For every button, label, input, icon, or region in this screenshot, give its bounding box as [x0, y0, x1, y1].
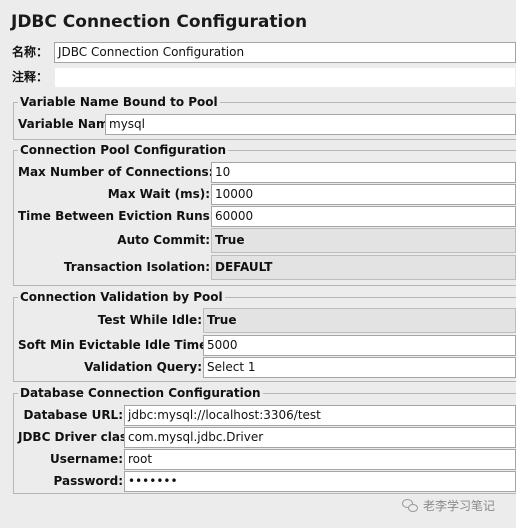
- watermark: 老李学习笔记: [402, 497, 495, 514]
- database-url-label: Database URL:: [23, 408, 123, 422]
- database-url-input[interactable]: jdbc:mysql://localhost:3306/test: [124, 405, 516, 426]
- auto-commit-label: Auto Commit:: [117, 233, 210, 247]
- transaction-isolation-select[interactable]: DEFAULT: [211, 255, 516, 280]
- validation-query-input[interactable]: Select 1: [203, 357, 516, 378]
- test-while-idle-select[interactable]: True: [203, 308, 516, 333]
- validation-query-label: Validation Query:: [84, 360, 202, 374]
- password-label: Password:: [53, 474, 124, 488]
- max-connections-input[interactable]: 10: [211, 162, 516, 183]
- auto-commit-select[interactable]: True: [211, 228, 516, 253]
- max-connections-label: Max Number of Connections:: [18, 165, 214, 179]
- username-input[interactable]: root: [124, 449, 516, 470]
- eviction-runs-input[interactable]: 60000: [211, 206, 516, 227]
- variable-name-input[interactable]: mysql: [105, 114, 516, 135]
- page-title: JDBC Connection Configuration: [11, 12, 308, 32]
- soft-min-idle-input[interactable]: 5000: [203, 335, 516, 356]
- test-while-idle-label: Test While Idle:: [97, 313, 202, 327]
- name-label: 名称：: [12, 45, 49, 59]
- eviction-runs-label: Time Between Eviction Runs (ms):: [18, 209, 250, 223]
- variable-name-legend: Variable Name Bound to Pool: [18, 94, 220, 110]
- password-input[interactable]: •••••••: [124, 471, 516, 492]
- max-wait-input[interactable]: 10000: [211, 184, 516, 205]
- name-input[interactable]: JDBC Connection Configuration: [54, 42, 516, 63]
- username-label: Username:: [49, 452, 123, 466]
- comment-input[interactable]: [54, 67, 516, 88]
- comment-label: 注释：: [12, 70, 49, 84]
- connection-validation-legend: Connection Validation by Pool: [18, 289, 225, 305]
- watermark-text: 老李学习笔记: [423, 499, 496, 513]
- soft-min-idle-label: Soft Min Evictable Idle Time(ms):: [18, 338, 243, 352]
- transaction-isolation-label: Transaction Isolation:: [63, 260, 210, 274]
- wechat-icon: [402, 499, 418, 512]
- max-wait-label: Max Wait (ms):: [107, 187, 210, 201]
- jdbc-driver-label: JDBC Driver class:: [18, 430, 140, 444]
- database-connection-legend: Database Connection Configuration: [18, 385, 263, 401]
- connection-pool-legend: Connection Pool Configuration: [18, 142, 229, 158]
- jdbc-driver-input[interactable]: com.mysql.jdbc.Driver: [124, 427, 516, 448]
